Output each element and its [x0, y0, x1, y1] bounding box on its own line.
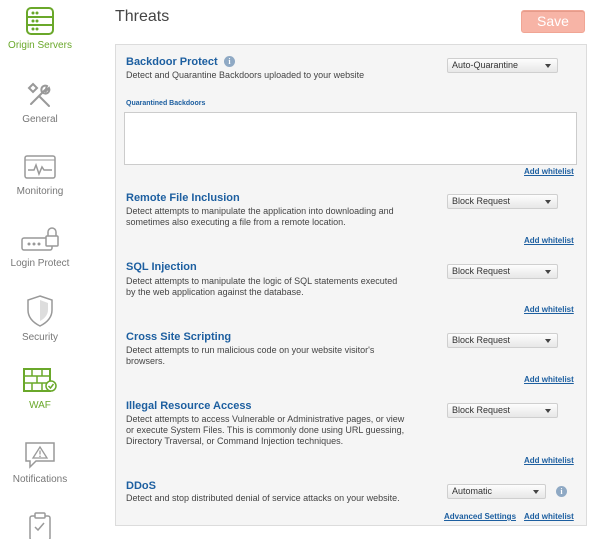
- ira-description-line3: Directory Traversal, or Command Injectio…: [126, 436, 344, 446]
- info-icon[interactable]: i: [224, 56, 235, 67]
- xss-add-whitelist-link[interactable]: Add whitelist: [524, 375, 574, 384]
- sidebar-item-notifications[interactable]: Notifications: [0, 440, 80, 485]
- ddos-select[interactable]: Automatic: [447, 484, 546, 499]
- sidebar-item-security[interactable]: Security: [0, 294, 80, 343]
- select-value: Block Request: [452, 335, 511, 345]
- clipboard-icon: [29, 512, 51, 539]
- tools-icon: [27, 82, 51, 107]
- ira-add-whitelist-link[interactable]: Add whitelist: [524, 456, 574, 465]
- sidebar-item-label: General: [22, 114, 58, 125]
- chevron-down-icon: [545, 339, 551, 343]
- sqli-title: SQL Injection: [126, 261, 197, 273]
- sidebar-item-label: Origin Servers: [8, 40, 72, 51]
- chevron-down-icon: [533, 490, 539, 494]
- alert-icon: [25, 442, 55, 469]
- sidebar-item-label: WAF: [29, 400, 51, 411]
- rfi-description-line2: sometimes also executing a file from a r…: [126, 217, 346, 227]
- firewall-icon: [23, 368, 57, 392]
- ddos-description: Detect and stop distributed denial of se…: [126, 493, 400, 503]
- sidebar-item-label: Login Protect: [10, 258, 70, 269]
- select-value: Automatic: [452, 486, 493, 496]
- ira-title: Illegal Resource Access: [126, 400, 252, 412]
- sidebar: Origin Servers General Monitoring Login …: [0, 0, 80, 539]
- threats-panel: Backdoor Protect i Detect and Quarantine…: [115, 44, 587, 526]
- sidebar-item-label: Security: [21, 332, 59, 343]
- sqli-select[interactable]: Block Request: [447, 264, 558, 279]
- lock-icon: [21, 227, 59, 251]
- xss-select[interactable]: Block Request: [447, 333, 558, 348]
- sidebar-item-monitoring[interactable]: Monitoring: [0, 154, 80, 197]
- chevron-down-icon: [545, 200, 551, 204]
- monitor-icon: [24, 155, 56, 179]
- ira-description-line2: or execute System Files. This is commonl…: [126, 425, 405, 435]
- quarantined-backdoors-label: Quarantined Backdoors: [126, 100, 206, 107]
- backdoor-protect-select[interactable]: Auto-Quarantine: [447, 58, 558, 73]
- select-value: Block Request: [452, 196, 511, 206]
- select-value: Block Request: [452, 266, 511, 276]
- sidebar-item-waf[interactable]: WAF: [0, 366, 80, 411]
- ira-description-line1: Detect attempts to access Vulnerable or …: [126, 414, 405, 424]
- rfi-select[interactable]: Block Request: [447, 194, 558, 209]
- backdoor-add-whitelist-link[interactable]: Add whitelist: [524, 167, 574, 176]
- select-value: Auto-Quarantine: [452, 60, 519, 70]
- rfi-title: Remote File Inclusion: [126, 192, 240, 204]
- sidebar-item-origin-servers[interactable]: Origin Servers: [0, 6, 80, 51]
- sqli-add-whitelist-link[interactable]: Add whitelist: [524, 305, 574, 314]
- advanced-settings-link[interactable]: Advanced Settings: [444, 512, 516, 521]
- shield-icon: [27, 295, 53, 327]
- sidebar-item-login-protect[interactable]: Login Protect: [0, 226, 80, 269]
- xss-description-line2: browsers.: [126, 356, 166, 366]
- xss-description-line1: Detect attempts to run malicious code on…: [126, 345, 375, 355]
- chevron-down-icon: [545, 270, 551, 274]
- chevron-down-icon: [545, 64, 551, 68]
- sidebar-item-general[interactable]: General: [0, 80, 80, 125]
- ddos-info-icon[interactable]: i: [556, 486, 567, 497]
- chevron-down-icon: [545, 409, 551, 413]
- rfi-add-whitelist-link[interactable]: Add whitelist: [524, 236, 574, 245]
- ddos-add-whitelist-link[interactable]: Add whitelist: [524, 512, 574, 521]
- backdoor-protect-description: Detect and Quarantine Backdoors uploaded…: [126, 70, 365, 80]
- select-value: Block Request: [452, 405, 511, 415]
- sqli-description-line2: by the web application against the datab…: [126, 287, 304, 297]
- quarantined-backdoors-list[interactable]: [124, 112, 577, 165]
- server-icon: [26, 7, 54, 35]
- sidebar-item-label: Monitoring: [16, 186, 64, 197]
- save-button[interactable]: Save: [521, 10, 585, 33]
- backdoor-protect-title: Backdoor Protect: [126, 56, 218, 68]
- rfi-description-line1: Detect attempts to manipulate the applic…: [126, 206, 394, 216]
- ddos-title: DDoS: [126, 480, 156, 492]
- page-title: Threats: [115, 8, 170, 25]
- ira-select[interactable]: Block Request: [447, 403, 558, 418]
- sqli-description-line1: Detect attempts to manipulate the logic …: [126, 276, 398, 286]
- xss-title: Cross Site Scripting: [126, 331, 232, 343]
- sidebar-item-partial[interactable]: [0, 512, 80, 539]
- sidebar-item-label: Notifications: [12, 474, 68, 485]
